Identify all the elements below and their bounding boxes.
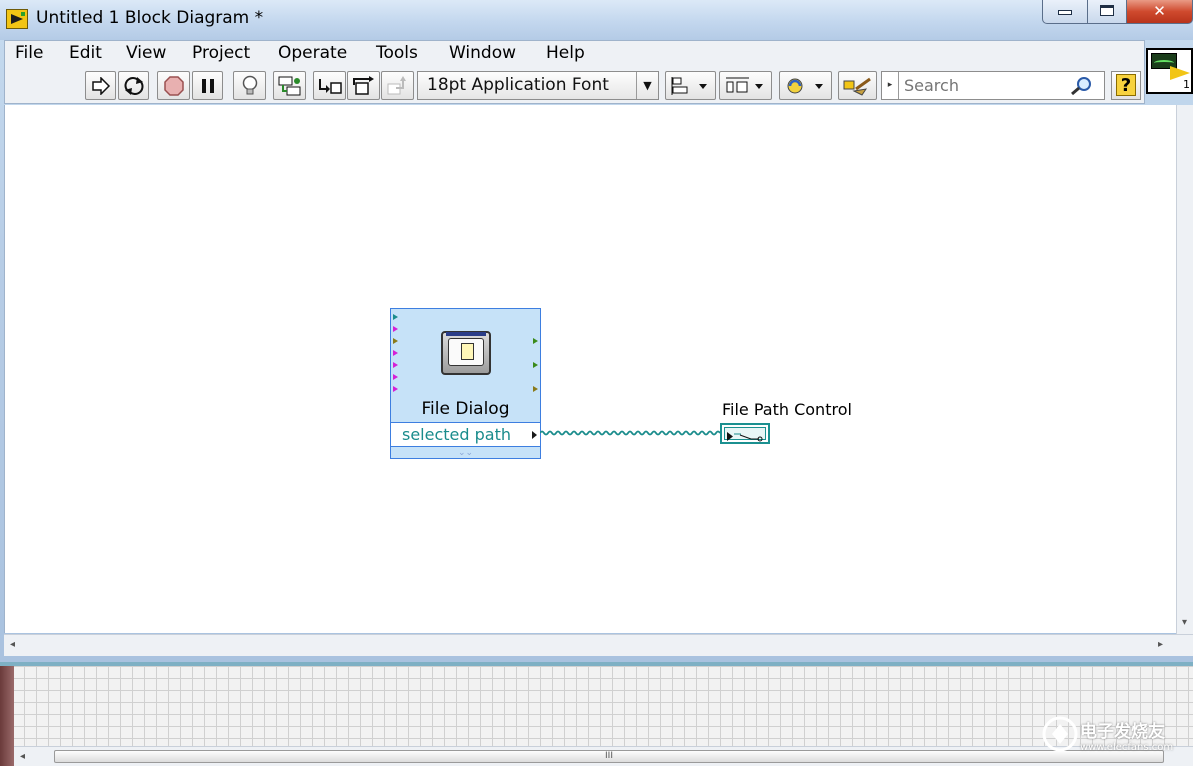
minimize-button[interactable]	[1042, 0, 1088, 24]
step-over-button[interactable]	[347, 71, 380, 100]
step-out-icon	[387, 75, 406, 94]
menu-view[interactable]: View	[124, 43, 168, 63]
output-arrow-icon	[532, 431, 537, 439]
selected-path-output[interactable]: selected path	[391, 422, 540, 447]
output-terminal[interactable]	[533, 362, 538, 368]
title-bar[interactable]: Untitled 1 Block Diagram * ✕	[0, 0, 1193, 40]
input-terminal[interactable]	[393, 350, 398, 356]
block-diagram-window: Untitled 1 Block Diagram * ✕ File Edit V…	[0, 0, 1193, 666]
menu-toolbar-panel: File Edit View Project Operate Tools Win…	[4, 40, 1145, 104]
search-pin-icon[interactable]: ▸	[882, 72, 899, 99]
lightbulb-icon	[242, 75, 257, 94]
minimize-icon	[1058, 10, 1072, 15]
align-objects-icon	[671, 76, 707, 95]
highlight-execution-button[interactable]	[233, 71, 266, 100]
pause-icon	[201, 78, 214, 93]
expand-chevron-icon[interactable]: ⌄⌄	[391, 448, 540, 458]
stop-icon	[163, 75, 184, 96]
pause-button[interactable]	[192, 71, 223, 100]
scroll-left-icon[interactable]: ◂	[10, 639, 15, 650]
align-objects-button[interactable]	[665, 71, 716, 100]
step-into-icon	[318, 78, 342, 94]
labview-app-icon[interactable]	[6, 9, 28, 29]
run-continuously-icon	[124, 76, 143, 95]
input-terminal[interactable]	[393, 362, 398, 368]
watermark-url: www.elecfans.com	[1080, 742, 1174, 753]
help-icon: ?	[1116, 74, 1136, 96]
elecfans-logo-icon	[1042, 716, 1078, 752]
clean-up-diagram-icon	[843, 77, 871, 96]
step-out-button[interactable]	[381, 71, 414, 100]
watermark-name: 电子发烧友	[1080, 722, 1165, 742]
close-icon: ✕	[1153, 2, 1166, 20]
reorder-icon	[787, 78, 823, 93]
retain-wire-values-icon	[278, 76, 300, 95]
front-panel-edge	[0, 666, 14, 766]
distribute-objects-icon	[725, 77, 763, 92]
search-icon[interactable]	[1070, 76, 1094, 100]
input-terminal[interactable]	[393, 314, 398, 320]
file-path-control-terminal[interactable]	[720, 423, 770, 444]
input-terminal[interactable]	[393, 374, 398, 380]
run-arrow-icon	[91, 76, 110, 95]
express-vi-label: File Dialog	[421, 399, 510, 419]
file-dialog-icon	[441, 331, 491, 375]
maximize-button[interactable]	[1087, 0, 1127, 24]
step-over-icon	[352, 75, 374, 95]
block-diagram-canvas[interactable]	[4, 105, 1176, 633]
scroll-right-icon[interactable]: ▸	[1158, 639, 1163, 650]
scrollbar-thumb[interactable]: III	[54, 750, 1164, 763]
menu-window[interactable]: Window	[447, 43, 518, 63]
scroll-left-icon[interactable]: ◂	[20, 751, 25, 762]
selected-path-label: selected path	[402, 425, 511, 444]
window-title: Untitled 1 Block Diagram *	[36, 8, 264, 28]
file-dialog-express-vi[interactable]: File Dialog selected path ⌄⌄	[390, 308, 541, 459]
toolbar: 18pt Application Font ▼ ▸ Search ?	[5, 68, 1144, 104]
output-terminal[interactable]	[533, 338, 538, 344]
front-panel-horizontal-scrollbar[interactable]: ◂ III	[14, 746, 1193, 766]
menu-help[interactable]: Help	[544, 43, 587, 63]
path-wire[interactable]	[540, 426, 724, 440]
context-help-button[interactable]: ?	[1111, 71, 1141, 100]
path-terminal-icon	[727, 432, 763, 442]
maximize-icon	[1100, 5, 1114, 16]
dropdown-arrow-icon: ▼	[636, 72, 658, 99]
menu-operate[interactable]: Operate	[276, 43, 349, 63]
input-terminal[interactable]	[393, 386, 398, 392]
distribute-objects-button[interactable]	[719, 71, 772, 100]
vi-icon-number-icon: 1	[1183, 78, 1190, 91]
close-button[interactable]: ✕	[1126, 0, 1193, 24]
retain-wire-values-button[interactable]	[273, 71, 306, 100]
scope-icon	[1151, 53, 1177, 69]
menu-edit[interactable]: Edit	[67, 43, 104, 63]
reorder-button[interactable]	[779, 71, 832, 100]
vertical-scrollbar[interactable]: ▾	[1176, 105, 1193, 635]
step-into-button[interactable]	[313, 71, 346, 100]
menu-bar: File Edit View Project Operate Tools Win…	[5, 41, 1144, 67]
thumb-grip-icon: III	[605, 751, 613, 761]
menu-tools[interactable]: Tools	[374, 43, 420, 63]
clean-up-diagram-button[interactable]	[838, 71, 877, 100]
menu-project[interactable]: Project	[190, 43, 252, 63]
text-settings-dropdown[interactable]: 18pt Application Font ▼	[417, 71, 659, 100]
run-continuously-button[interactable]	[118, 71, 149, 100]
horizontal-scrollbar[interactable]: ◂ ▸	[4, 634, 1193, 656]
output-terminal[interactable]	[533, 386, 538, 392]
run-button[interactable]	[85, 71, 116, 100]
input-terminal[interactable]	[393, 326, 398, 332]
input-terminal[interactable]	[393, 338, 398, 344]
font-setting-value: 18pt Application Font	[427, 75, 609, 95]
watermark: 电子发烧友 www.elecfans.com	[1040, 712, 1190, 762]
vi-icon-pane[interactable]: 1	[1146, 48, 1193, 94]
file-path-control-label: File Path Control	[722, 400, 852, 419]
search-input[interactable]	[904, 75, 1064, 96]
abort-button[interactable]	[157, 71, 190, 100]
search-box[interactable]: ▸	[881, 71, 1105, 100]
scroll-down-icon[interactable]: ▾	[1182, 617, 1187, 628]
menu-file[interactable]: File	[13, 43, 45, 63]
